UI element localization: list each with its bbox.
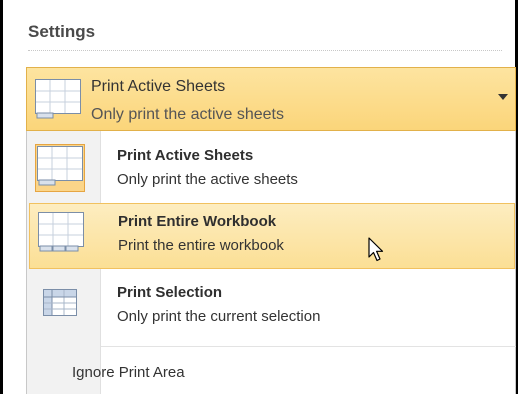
workbook-grid-icon bbox=[38, 212, 84, 256]
menu-item-title: Print Active Sheets bbox=[117, 147, 254, 164]
heading-divider bbox=[28, 50, 502, 51]
sheet-grid-icon bbox=[35, 79, 81, 123]
print-range-dropdown[interactable]: Print Active Sheets Only print the activ… bbox=[26, 67, 516, 131]
mouse-pointer-icon bbox=[368, 237, 386, 267]
menu-item-title: Print Entire Workbook bbox=[118, 213, 277, 230]
settings-heading: Settings bbox=[28, 22, 96, 41]
menu-item-print-entire-workbook[interactable]: Print Entire Workbook Print the entire w… bbox=[29, 203, 515, 269]
frame-edge-left bbox=[0, 0, 3, 394]
selection-grid-icon bbox=[37, 283, 83, 327]
menu-item-description: Only print the current selection bbox=[117, 308, 321, 325]
chevron-down-icon[interactable] bbox=[498, 94, 508, 100]
menu-item-title: Print Selection bbox=[117, 284, 223, 301]
menu-item-print-active-sheets[interactable]: Print Active Sheets Only print the activ… bbox=[29, 138, 515, 204]
dropdown-selected-subtitle: Only print the active sheets bbox=[91, 106, 284, 123]
menu-item-print-selection[interactable]: Print Selection Only print the current s… bbox=[29, 275, 515, 341]
menu-item-description: Only print the active sheets bbox=[117, 171, 298, 188]
menu-item-ignore-print-area[interactable]: Ignore Print Area bbox=[72, 364, 185, 381]
dropdown-selected-title: Print Active Sheets bbox=[91, 78, 226, 95]
settings-panel: Settings Print Active Sheets Only print … bbox=[0, 0, 518, 394]
menu-separator bbox=[101, 346, 516, 347]
print-range-menu: Print Active Sheets Only print the activ… bbox=[26, 131, 516, 394]
menu-item-description: Print the entire workbook bbox=[118, 237, 284, 254]
sheet-grid-icon bbox=[35, 144, 85, 192]
